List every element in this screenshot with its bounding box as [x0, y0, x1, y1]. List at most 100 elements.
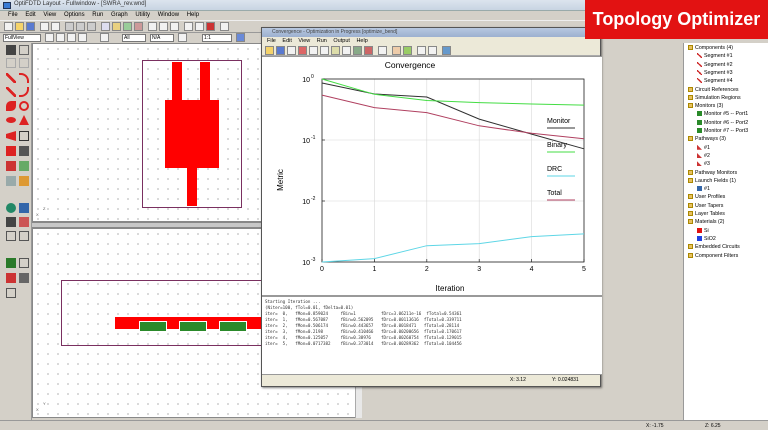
dlg-menu-edit[interactable]: Edit: [282, 38, 291, 44]
3d-view-icon[interactable]: [78, 33, 87, 42]
taper-shape-icon[interactable]: [6, 131, 16, 141]
y-view-icon[interactable]: [100, 33, 109, 42]
menu-utility[interactable]: Utility: [135, 11, 150, 20]
linear-waveguide-icon[interactable]: [6, 73, 16, 83]
stop-icon[interactable]: [206, 22, 215, 31]
grid-icon[interactable]: [101, 22, 110, 31]
dlg-export-icon[interactable]: [403, 46, 412, 55]
zoom-region-icon[interactable]: [178, 33, 187, 42]
zoom-select[interactable]: 1:1: [202, 34, 232, 42]
redo-icon[interactable]: [51, 22, 60, 31]
s-bend-icon[interactable]: [19, 87, 29, 97]
y-select[interactable]: N/A: [150, 34, 174, 42]
ruler-icon[interactable]: [19, 231, 29, 241]
zoom-fit-icon[interactable]: [148, 22, 157, 31]
text-tool-icon[interactable]: [6, 231, 16, 241]
block-icon[interactable]: [19, 146, 29, 156]
refresh-icon[interactable]: [236, 33, 245, 42]
cut-icon[interactable]: [65, 22, 74, 31]
tree-item[interactable]: Launch Fields (1): [688, 178, 736, 184]
dlg-save-icon[interactable]: [276, 46, 285, 55]
vertical-port-icon[interactable]: [19, 258, 29, 268]
tree-item[interactable]: #1: [697, 145, 710, 151]
dlg-chart-icon[interactable]: [298, 46, 307, 55]
undo-icon[interactable]: [40, 22, 49, 31]
tree-item[interactable]: Pathways (3): [688, 136, 726, 142]
hand-tool-icon[interactable]: [19, 45, 29, 55]
dlg-grid-icon[interactable]: [331, 46, 340, 55]
output-waveguide[interactable]: [187, 166, 197, 206]
dlg-zoom-icon[interactable]: [309, 46, 318, 55]
design-region-icon[interactable]: [19, 273, 29, 283]
port-monitor-3[interactable]: [219, 321, 247, 332]
z-view-icon[interactable]: [67, 33, 76, 42]
tree-item[interactable]: Monitor #7 -- Port3: [697, 128, 748, 134]
select-icon[interactable]: [184, 22, 193, 31]
dlg-help-icon[interactable]: [442, 46, 451, 55]
dlg-menu-output[interactable]: Output: [333, 38, 350, 44]
help-icon[interactable]: [220, 22, 229, 31]
tree-item[interactable]: Monitor #6 -- Port2: [697, 120, 748, 126]
copy-icon[interactable]: [76, 22, 85, 31]
tree-item[interactable]: Monitors (3): [688, 103, 723, 109]
array-icon[interactable]: [6, 161, 16, 171]
arc-waveguide-icon[interactable]: [19, 73, 29, 83]
measure-tool-icon[interactable]: [19, 58, 29, 68]
dlg-print-icon[interactable]: [287, 46, 296, 55]
simulate-icon[interactable]: [123, 22, 132, 31]
input-stub-left[interactable]: [172, 62, 182, 102]
optimization-region[interactable]: [165, 100, 219, 168]
tree-item[interactable]: Monitor #5 -- Port1: [697, 111, 748, 117]
port-icon[interactable]: [6, 258, 16, 268]
tree-item[interactable]: SiO2: [697, 236, 716, 242]
tree-item[interactable]: Pathway Monitors: [688, 170, 737, 176]
tree-item[interactable]: Layer Tables: [688, 211, 725, 217]
tree-item[interactable]: Segment #4: [697, 78, 733, 84]
tree-item[interactable]: Component Filters: [688, 253, 738, 259]
zoom-out-icon[interactable]: [170, 22, 179, 31]
tree-item[interactable]: #2: [697, 153, 710, 159]
menu-view[interactable]: View: [43, 11, 56, 20]
pointer-tool-icon[interactable]: [6, 45, 16, 55]
tree-item[interactable]: User Tapers: [688, 203, 723, 209]
zoom-in-icon[interactable]: [159, 22, 168, 31]
analyzer-icon[interactable]: [134, 22, 143, 31]
dlg-menu-view[interactable]: View: [298, 38, 310, 44]
dlg-menu-help[interactable]: Help: [356, 38, 367, 44]
globe-icon[interactable]: [6, 203, 16, 213]
tree-item[interactable]: Embedded Circuits: [688, 244, 740, 250]
xz-view-icon[interactable]: [45, 33, 54, 42]
menu-graph[interactable]: Graph: [111, 11, 128, 20]
dlg-copy-icon[interactable]: [378, 46, 387, 55]
dlg-step-icon[interactable]: [428, 46, 437, 55]
menu-run[interactable]: Run: [92, 11, 103, 20]
port-monitor-2[interactable]: [179, 321, 207, 332]
menu-help[interactable]: Help: [187, 11, 199, 20]
point-monitor-icon[interactable]: [19, 217, 29, 227]
sbend-sine-icon[interactable]: [6, 101, 16, 111]
paste-icon[interactable]: [87, 22, 96, 31]
mode-select[interactable]: All: [122, 34, 146, 42]
optimizer-region-icon[interactable]: [6, 273, 16, 283]
menu-window[interactable]: Window: [158, 11, 179, 20]
menu-options[interactable]: Options: [64, 11, 85, 20]
dlg-pause-icon[interactable]: [417, 46, 426, 55]
dlg-pan-icon[interactable]: [320, 46, 329, 55]
convergence-plot[interactable]: Convergence Iteration Metric 0 1 2 3 4 5 10 0 10…: [262, 56, 602, 318]
save-icon[interactable]: [26, 22, 35, 31]
tree-item[interactable]: Circuit References: [688, 87, 739, 93]
tree-item[interactable]: Segment #2: [697, 62, 733, 68]
pan-icon[interactable]: [195, 22, 204, 31]
dlg-run-icon[interactable]: [353, 46, 362, 55]
probe-icon[interactable]: [6, 288, 16, 298]
tree-item[interactable]: Simulation Regions: [688, 95, 741, 101]
polygon-icon[interactable]: [19, 131, 29, 141]
wafer-select[interactable]: FullView: [3, 34, 41, 42]
grating-icon[interactable]: [19, 176, 29, 186]
input-stub-right[interactable]: [200, 62, 210, 102]
optimization-log[interactable]: Starting Iteration ... (Niter=100, fTol=…: [262, 295, 602, 374]
port-monitor-1[interactable]: [139, 321, 167, 332]
tree-item[interactable]: #1: [697, 186, 710, 192]
ring-icon[interactable]: [19, 101, 29, 111]
layer-icon[interactable]: [112, 22, 121, 31]
